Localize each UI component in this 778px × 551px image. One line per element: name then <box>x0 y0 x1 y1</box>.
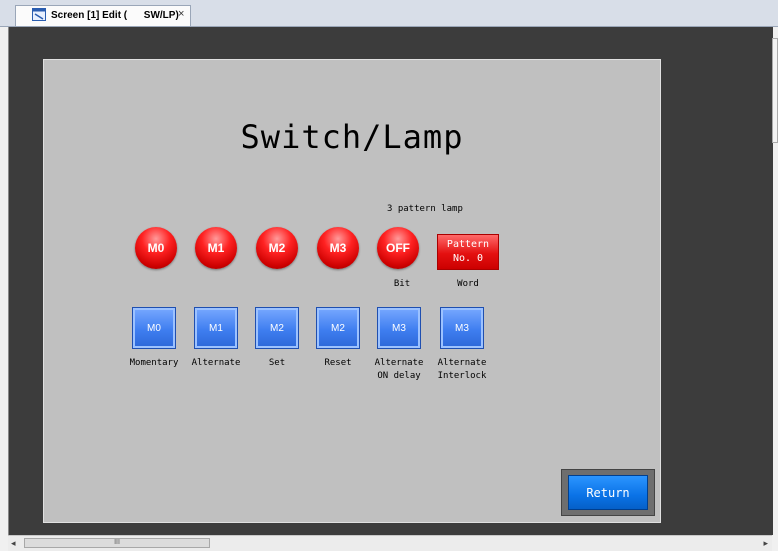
switch-alternate-interlock[interactable]: M3 <box>440 307 484 349</box>
word-lamp-line1: Pattern <box>446 239 490 250</box>
lamp-m0[interactable]: M0 <box>135 227 177 269</box>
lamp-m3[interactable]: M3 <box>317 227 359 269</box>
scrollbar-thumb[interactable]: III <box>24 538 210 548</box>
lamp-m2[interactable]: M2 <box>256 227 298 269</box>
return-button-frame: Return <box>561 469 655 516</box>
switch-reset[interactable]: M2 <box>316 307 360 349</box>
switch-set[interactable]: M2 <box>255 307 299 349</box>
scroll-right-icon[interactable]: ▸ <box>763 538 768 549</box>
switch-caption-alternate-interlock: Alternate Interlock <box>437 358 487 381</box>
side-panel-edge <box>772 38 778 143</box>
switch-caption-set: Set <box>268 358 286 368</box>
page-title: Switch/Lamp <box>240 118 464 156</box>
word-caption: Word <box>457 279 479 289</box>
lamp-word[interactable]: Pattern No. 0 <box>437 234 499 270</box>
switch-alternate-on-delay[interactable]: M3 <box>377 307 421 349</box>
switch-caption-alternate: Alternate <box>191 358 241 368</box>
switch-caption-momentary: Momentary <box>129 358 179 368</box>
switch-caption-alternate-on-delay: Alternate ON delay <box>374 358 424 381</box>
close-icon[interactable]: × <box>178 8 184 20</box>
screen-icon <box>32 8 46 21</box>
bit-caption: Bit <box>393 279 411 289</box>
scroll-left-icon[interactable]: ◂ <box>11 538 16 549</box>
word-lamp-line2: No. 0 <box>452 253 484 264</box>
pattern-lamp-caption: 3 pattern lamp <box>387 204 463 214</box>
switch-momentary[interactable]: M0 <box>132 307 176 349</box>
tab-label: Screen [1] Edit ( SW/LP) <box>51 10 179 21</box>
switch-alternate[interactable]: M1 <box>194 307 238 349</box>
switch-caption-reset: Reset <box>324 358 352 368</box>
return-button[interactable]: Return <box>568 475 648 510</box>
lamp-bit[interactable]: OFF <box>377 227 419 269</box>
lamp-m1[interactable]: M1 <box>195 227 237 269</box>
tab-bar: Screen [1] Edit ( SW/LP) × <box>0 0 778 27</box>
screen-canvas: Switch/Lamp 3 pattern lamp M0 M1 M2 M3 O… <box>43 59 661 523</box>
horizontal-scrollbar[interactable]: ◂ III ▸ <box>8 535 772 551</box>
tab-screen-edit[interactable]: Screen [1] Edit ( SW/LP) × <box>15 5 191 26</box>
